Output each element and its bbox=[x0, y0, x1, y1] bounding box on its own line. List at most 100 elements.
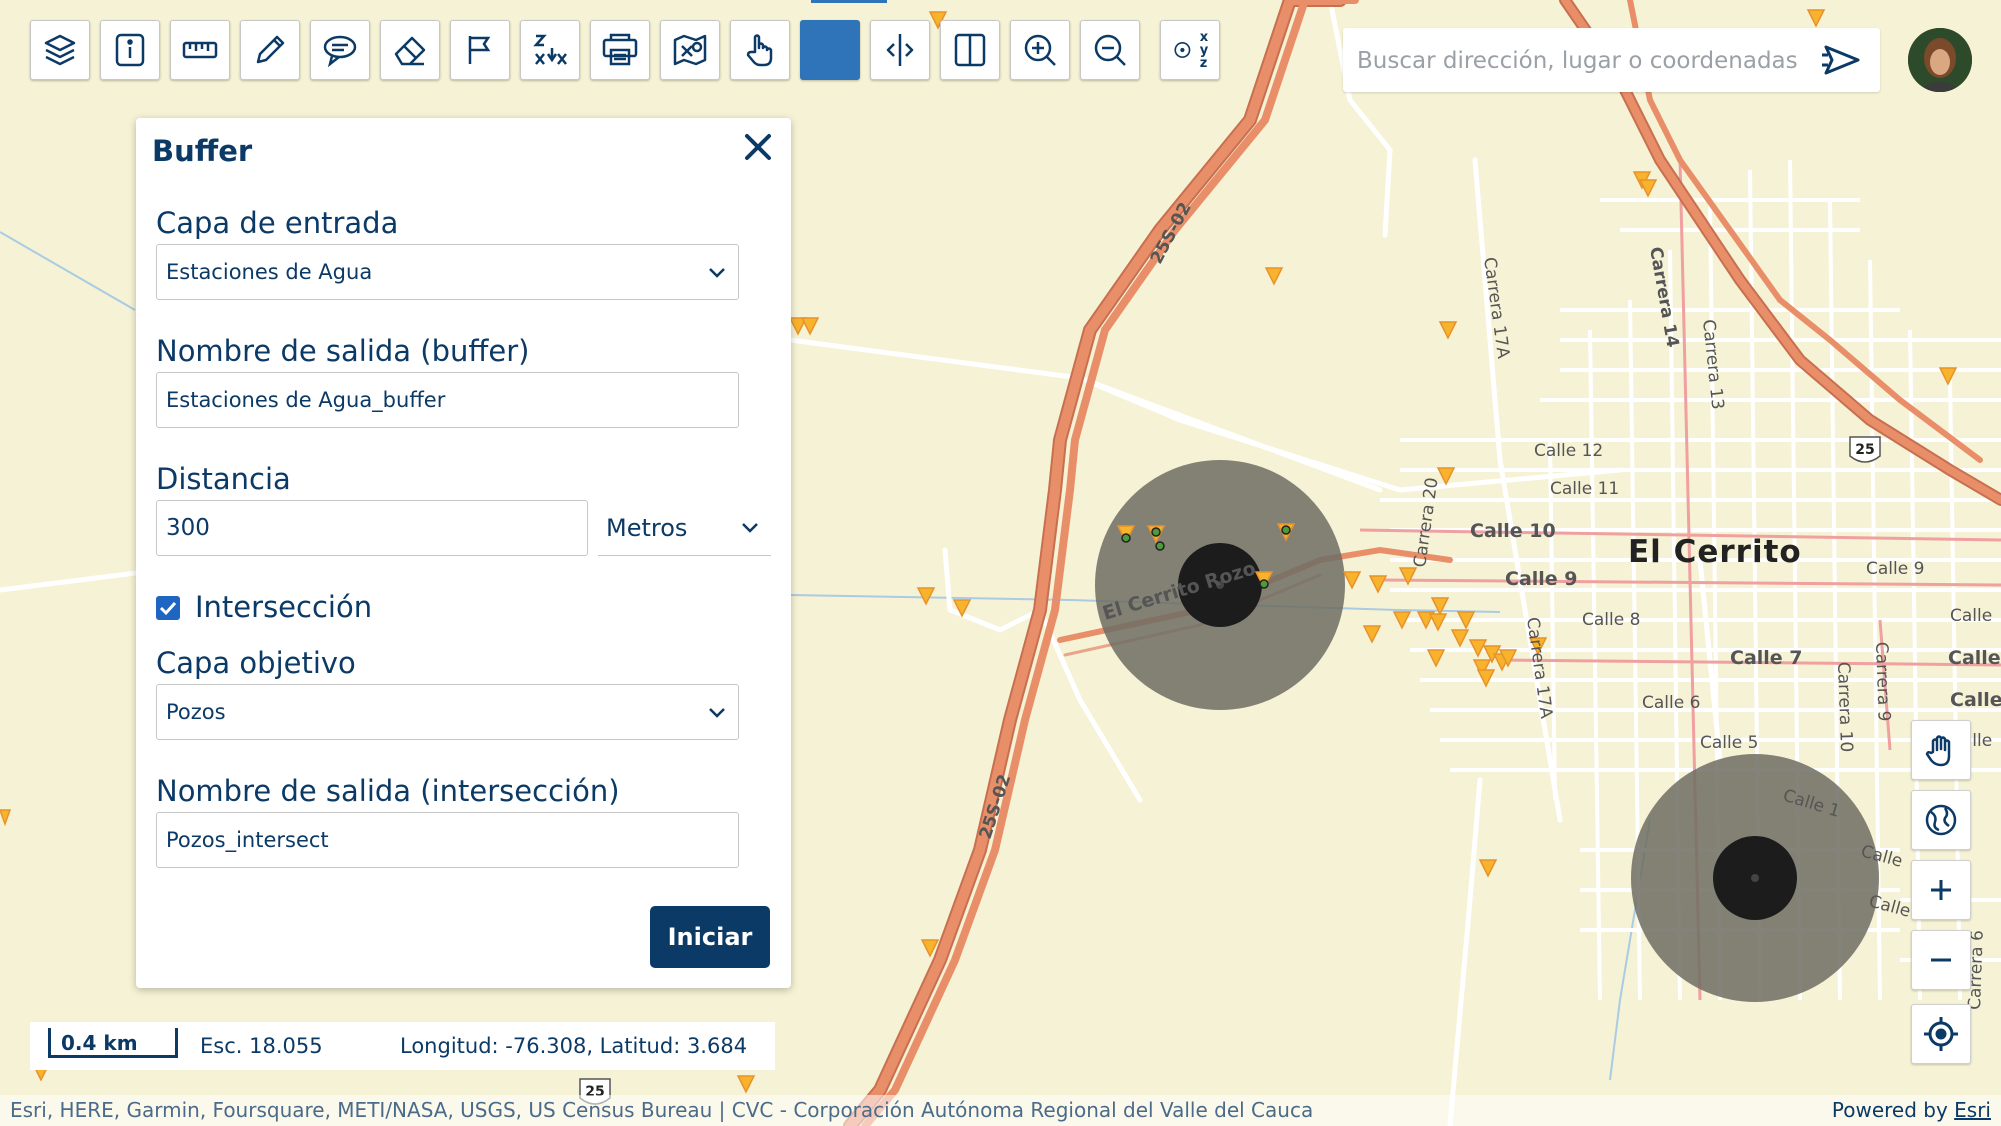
chevron-down-icon bbox=[709, 268, 725, 278]
buffer-output-value: Estaciones de Agua_buffer bbox=[166, 388, 446, 412]
xyz-letter: y bbox=[1199, 42, 1209, 58]
minus-icon bbox=[1931, 958, 1951, 962]
intersection-label: Intersección bbox=[195, 590, 373, 624]
intersect-output-label: Nombre de salida (intersección) bbox=[156, 774, 620, 808]
close-icon[interactable] bbox=[739, 128, 777, 166]
map-label: Calle 10 bbox=[1470, 520, 1556, 542]
sort-az-icon bbox=[533, 34, 567, 65]
plus-icon bbox=[1931, 880, 1951, 900]
hand-icon bbox=[1925, 735, 1951, 767]
input-layer-label: Capa de entrada bbox=[156, 206, 399, 240]
layers-button[interactable] bbox=[30, 20, 90, 80]
map-label: 25 bbox=[1855, 442, 1874, 458]
map-label: Calle bbox=[1948, 647, 2001, 669]
layers-icon bbox=[44, 34, 76, 66]
swipe-button[interactable] bbox=[870, 20, 930, 80]
buffer-panel: Buffer Capa de entrada Estaciones de Agu… bbox=[136, 118, 791, 988]
map-label: Calle 9 bbox=[1505, 568, 1578, 590]
hand-pointer-icon bbox=[746, 34, 773, 67]
zoom-out-tool-button[interactable] bbox=[1080, 20, 1140, 80]
intersection-checkbox[interactable] bbox=[156, 596, 180, 620]
xyz-letter: x bbox=[1199, 29, 1209, 45]
target-layer-label: Capa objetivo bbox=[156, 646, 356, 680]
zoom-out-icon bbox=[1094, 34, 1126, 66]
check-icon bbox=[159, 601, 177, 616]
intersect-output-field[interactable]: Pozos_intersect bbox=[156, 812, 739, 868]
zoom-in-icon bbox=[1024, 34, 1056, 66]
sort-button[interactable] bbox=[520, 20, 580, 80]
measure-button[interactable] bbox=[170, 20, 230, 80]
attribution-text: Esri, HERE, Garmin, Foursquare, METI/NAS… bbox=[10, 1098, 1314, 1122]
pencil-icon bbox=[256, 35, 285, 64]
distance-input[interactable]: 300 bbox=[156, 500, 588, 556]
highway-shield: 25 bbox=[1849, 436, 1881, 463]
scale-bar: 0.4 km bbox=[48, 1028, 178, 1058]
map-label: Calle 7 bbox=[1730, 647, 1803, 669]
intersect-output-value: Pozos_intersect bbox=[166, 828, 329, 852]
flag-icon bbox=[468, 36, 491, 64]
print-button[interactable] bbox=[590, 20, 650, 80]
xyz-letter: z bbox=[1199, 55, 1208, 71]
comment-icon bbox=[323, 35, 357, 68]
distance-value: 300 bbox=[166, 515, 210, 541]
status-bar: 0.4 km Esc. 18.055 Longitud: -76.308, La… bbox=[30, 1022, 775, 1070]
input-layer-value: Estaciones de Agua bbox=[166, 260, 373, 284]
input-layer-select[interactable]: Estaciones de Agua bbox=[156, 244, 739, 300]
map-label: Calle 9 bbox=[1866, 559, 1924, 579]
chevron-down-icon bbox=[742, 523, 758, 533]
map-label: Calle bbox=[1950, 606, 1992, 626]
map-label: Calle 5 bbox=[1700, 733, 1758, 753]
send-icon[interactable] bbox=[1820, 42, 1862, 78]
flag-button[interactable] bbox=[450, 20, 510, 80]
map-label: Calle bbox=[1950, 689, 2001, 711]
active-tool-button[interactable] bbox=[800, 20, 860, 80]
search-input[interactable] bbox=[1355, 38, 1819, 84]
coordinates-readout: Longitud: -76.308, Latitud: 3.684 bbox=[400, 1034, 748, 1058]
pan-button[interactable] bbox=[1911, 720, 1971, 780]
zoom-out-button[interactable] bbox=[1911, 930, 1971, 990]
target-layer-select[interactable]: Pozos bbox=[156, 684, 739, 740]
select-button[interactable] bbox=[730, 20, 790, 80]
attribution-bar: Esri, HERE, Garmin, Foursquare, METI/NAS… bbox=[0, 1095, 2001, 1126]
swipe-icon bbox=[886, 34, 914, 66]
start-button[interactable]: Iniciar bbox=[650, 906, 770, 968]
chevron-down-icon bbox=[709, 708, 725, 718]
powered-by: Powered by Esri bbox=[1832, 1098, 1991, 1122]
buffer-output-label: Nombre de salida (buffer) bbox=[156, 334, 530, 368]
buffer-output-field[interactable]: Estaciones de Agua_buffer bbox=[156, 372, 739, 428]
search-box bbox=[1343, 28, 1880, 92]
split-view-button[interactable] bbox=[940, 20, 1000, 80]
map-label: Carrera 9 bbox=[1871, 641, 1894, 721]
xyz-coordinates-button[interactable]: x y z bbox=[1160, 20, 1220, 80]
map-label: Calle 6 bbox=[1642, 693, 1700, 713]
xyz-label: x y z bbox=[1200, 31, 1208, 70]
target-layer-value: Pozos bbox=[166, 700, 226, 724]
info-icon bbox=[115, 33, 145, 67]
zoom-in-button[interactable] bbox=[1911, 860, 1971, 920]
locate-button[interactable] bbox=[1911, 1004, 1971, 1064]
distance-unit-value: Metros bbox=[606, 513, 688, 542]
avatar-image bbox=[1908, 28, 1972, 92]
ruler-icon bbox=[182, 41, 218, 59]
print-icon bbox=[602, 33, 638, 66]
city-label: El Cerrito bbox=[1628, 534, 1802, 570]
globe-icon bbox=[1925, 804, 1957, 836]
active-tab-indicator bbox=[811, 0, 887, 3]
locate-icon bbox=[1924, 1017, 1958, 1051]
esri-link[interactable]: Esri bbox=[1954, 1098, 1991, 1122]
info-button[interactable] bbox=[100, 20, 160, 80]
map-off-icon bbox=[673, 34, 707, 66]
avatar[interactable] bbox=[1908, 28, 1972, 92]
comment-button[interactable] bbox=[310, 20, 370, 80]
panel-title: Buffer bbox=[152, 134, 253, 168]
basemap-button[interactable] bbox=[1911, 790, 1971, 850]
map-label: Carrera 10 bbox=[1833, 661, 1856, 752]
map-tools-button[interactable] bbox=[660, 20, 720, 80]
distance-unit-select[interactable]: Metros bbox=[598, 500, 771, 556]
zoom-in-tool-button[interactable] bbox=[1010, 20, 1070, 80]
powered-by-label: Powered by bbox=[1831, 1098, 1948, 1122]
eraser-button[interactable] bbox=[380, 20, 440, 80]
draw-button[interactable] bbox=[240, 20, 300, 80]
scale-text: Esc. 18.055 bbox=[200, 1034, 323, 1058]
xyz-coordinates-icon bbox=[1174, 42, 1191, 58]
